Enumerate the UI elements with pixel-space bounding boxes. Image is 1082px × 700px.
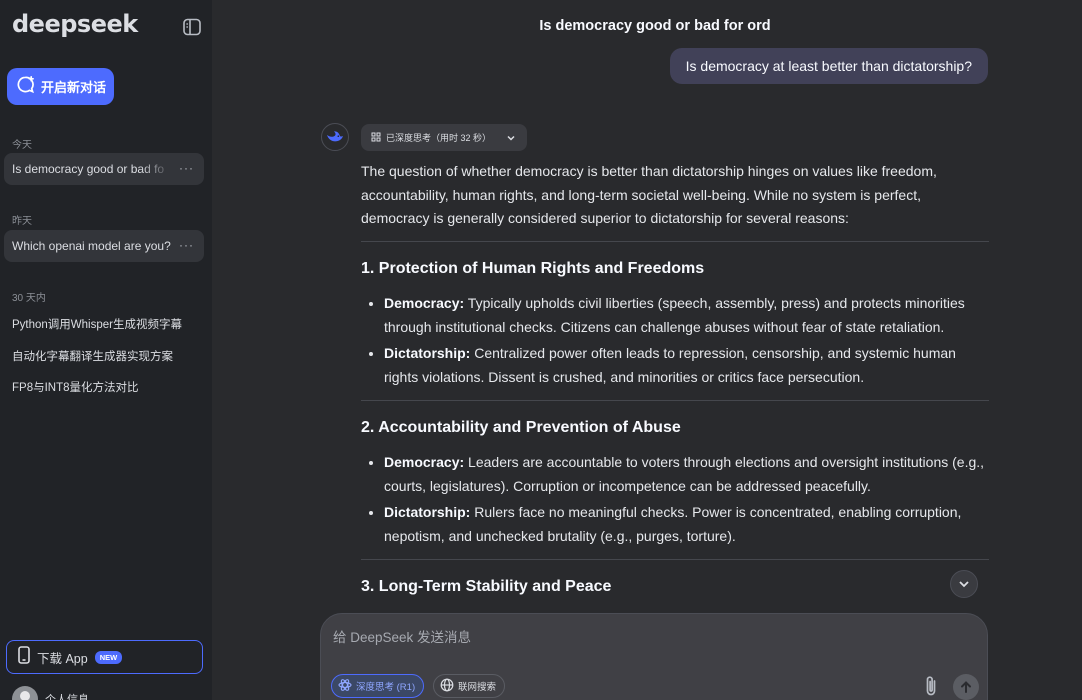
- point-text: Centralized power often leads to repress…: [384, 344, 956, 385]
- divider: [361, 558, 989, 560]
- answer-intro: The question of whether democracy is bet…: [361, 163, 937, 226]
- divider: [361, 240, 989, 242]
- point-term: Dictatorship:: [384, 344, 471, 361]
- deep-think-label: 深度思考 (R1): [356, 682, 416, 693]
- section-heading: 1. Protection of Human Rights and Freedo…: [361, 259, 705, 277]
- point-text: Rulers face no meaningful checks. Power …: [384, 503, 962, 544]
- list-item: Democracy: Typically upholds civil liber…: [361, 291, 989, 339]
- point-term: Democracy:: [384, 294, 465, 311]
- bullet-list: Democracy: Typically upholds civil liber…: [361, 291, 989, 389]
- section-heading: 3. Long-Term Stability and Peace: [361, 577, 612, 595]
- chat-area: Is democracy good or bad for ord Is demo…: [212, 0, 1082, 700]
- deep-think-toggle[interactable]: 深度思考 (R1): [331, 674, 425, 698]
- atom-icon: [338, 678, 352, 695]
- profile-button[interactable]: 个人信息: [12, 686, 89, 700]
- user-message: Is democracy at least better than dictat…: [669, 48, 988, 84]
- history-section-today: 今天: [12, 140, 32, 151]
- sidebar-collapse-icon[interactable]: [182, 17, 202, 37]
- sidebar: deepseek 开启新对话 今天 Is democracy good or b…: [0, 0, 212, 700]
- list-item: Dictatorship: Rulers face no meaningful …: [361, 500, 989, 548]
- download-app-label: 下载 App: [37, 651, 88, 666]
- profile-label: 个人信息: [45, 694, 89, 700]
- send-button[interactable]: [953, 674, 979, 700]
- arrow-up-icon: [961, 681, 971, 693]
- history-section-yesterday: 昨天: [12, 216, 32, 227]
- section-heading: 2. Accountability and Prevention of Abus…: [361, 418, 681, 436]
- history-section-30-days: 30 天内: [12, 293, 46, 304]
- point-term: Democracy:: [384, 453, 465, 470]
- history-item-label: Which openai model are you?: [12, 239, 171, 253]
- history-item-label: Is democracy good or bad fo: [12, 162, 165, 176]
- web-search-toggle[interactable]: 联网搜索: [433, 674, 506, 698]
- more-options-icon[interactable]: ···: [179, 161, 194, 175]
- thinking-icon: [371, 129, 381, 147]
- list-item: Democracy: Leaders are accountable to vo…: [361, 450, 989, 498]
- message-input[interactable]: 给 DeepSeek 发送消息: [333, 626, 471, 646]
- more-options-icon[interactable]: ···: [179, 238, 194, 252]
- bullet-list: Democracy: Leaders are accountable to vo…: [361, 450, 989, 548]
- new-chat-button[interactable]: 开启新对话: [7, 68, 114, 105]
- app-window: deepseek 开启新对话 今天 Is democracy good or b…: [0, 0, 1082, 700]
- new-chat-label: 开启新对话: [41, 80, 107, 95]
- message-composer: 给 DeepSeek 发送消息 深度思考 (R1) 联网搜索: [320, 613, 988, 700]
- phone-icon: [17, 645, 31, 669]
- thinking-toggle[interactable]: 已深度思考（用时 32 秒）: [361, 124, 527, 151]
- list-item: Dictatorship: Centralized power often le…: [361, 341, 989, 389]
- globe-icon: [440, 678, 454, 695]
- history-item[interactable]: Which openai model are you? ···: [4, 230, 204, 262]
- deepseek-whale-icon: [321, 123, 349, 151]
- web-search-label: 联网搜索: [458, 682, 497, 693]
- chevron-down-icon: [959, 581, 969, 588]
- history-item[interactable]: Python调用Whisper生成视频字幕: [12, 316, 182, 332]
- avatar: [12, 686, 38, 700]
- point-text: Typically upholds civil liberties (speec…: [384, 294, 965, 335]
- point-term: Dictatorship:: [384, 503, 471, 520]
- point-text: Leaders are accountable to voters throug…: [384, 453, 985, 494]
- new-badge: NEW: [94, 650, 123, 664]
- chevron-down-icon: [505, 131, 517, 149]
- chat-title: Is democracy good or bad for ord: [539, 18, 771, 34]
- paperclip-icon[interactable]: [921, 674, 941, 698]
- thinking-label: 已深度思考（用时 32 秒）: [386, 133, 492, 143]
- divider: [361, 399, 989, 401]
- history-item[interactable]: FP8与INT8量化方法对比: [12, 379, 139, 395]
- history-item[interactable]: Is democracy good or bad fo ···: [4, 153, 204, 185]
- history-item[interactable]: 自动化字幕翻译生成器实现方案: [12, 348, 173, 364]
- download-app-button[interactable]: 下载 App NEW: [6, 640, 203, 674]
- deepseek-logo: deepseek: [12, 10, 138, 38]
- scroll-to-bottom-button[interactable]: [950, 570, 978, 598]
- new-chat-icon: [16, 75, 35, 99]
- assistant-answer: The question of whether democracy is bet…: [361, 160, 989, 598]
